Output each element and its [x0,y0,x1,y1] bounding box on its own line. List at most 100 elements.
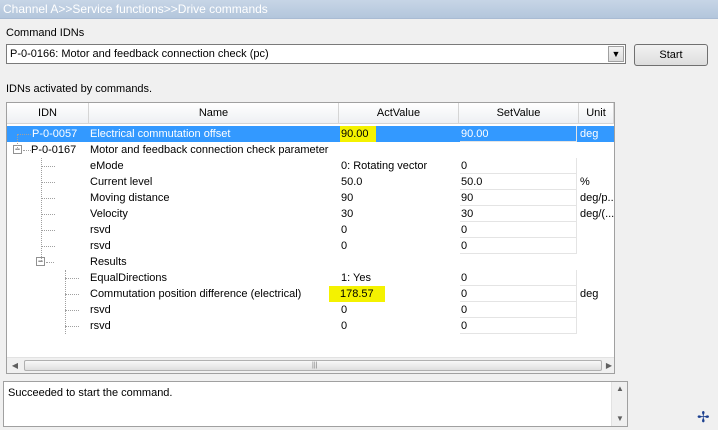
setvalue-cell: 0 [460,318,577,334]
unit-cell [580,270,614,286]
actvalue-cell: 90 [341,192,354,204]
unit-cell: deg/(... [580,208,614,220]
command-idn-value: P-0-0166: Motor and feedback connection … [10,48,269,60]
table-row[interactable]: EqualDirections 1: Yes 0 [7,270,614,286]
table-row[interactable]: P-0-0057 Electrical commutation offset 90.… [7,126,614,142]
table-row[interactable]: Current level 50.0 50.0% [7,174,614,190]
name-cell: rsvd [90,224,111,236]
name-cell: Motor and feedback connection check para… [90,144,329,156]
idn-cell: P-0-0057 [32,128,78,140]
tree-guide-line [41,182,55,183]
actvalue-cell: 0 [341,240,348,252]
command-idns-label: Command IDNs [6,27,85,39]
table-row[interactable]: Commutation position difference (electri… [7,286,614,302]
start-button[interactable]: Start [634,44,708,66]
actvalue-cell: 0 [341,304,348,316]
name-cell: eMode [90,160,124,172]
actvalue-cell: 0: Rotating vector [341,160,428,172]
setvalue-cell: 30 [460,206,577,222]
column-header-name[interactable]: Name [89,103,339,124]
tree-guide-line [41,166,55,167]
tree-guide-line [41,230,55,231]
table-row[interactable]: P-0-0167 Motor and feedback connection ch… [7,142,614,158]
name-cell: rsvd [90,240,111,252]
arrow-down-icon[interactable]: ▼ [614,413,626,425]
vertical-scrollbar[interactable]: ▲ ▼ [611,382,627,426]
actvalue-cell [340,254,458,270]
table-row[interactable]: rsvd 0 0 [7,302,614,318]
setvalue-cell: 90 [460,190,577,206]
name-cell: Commutation position difference (electri… [90,288,302,300]
name-cell: EqualDirections [90,272,168,284]
idn-cell: P-0-0167 [31,144,77,156]
actvalue-cell: 90.00 [340,126,376,142]
column-header-setvalue[interactable]: SetValue [459,103,579,124]
table-row[interactable]: rsvd 0 0 [7,318,614,334]
tree-guide-line [23,150,31,151]
actvalue-cell: 50.0 [341,176,363,188]
unit-cell [580,318,614,334]
tree-guide-line [17,134,31,135]
unit-cell: % [580,176,590,188]
actvalue-cell: 0 [341,224,348,236]
setvalue-cell: 0 [460,270,577,286]
name-cell: Current level [90,176,153,188]
tree-guide-line [41,214,55,215]
tree-guide-line [65,294,79,295]
tree-guide-line [65,270,66,334]
setvalue-cell: 0 [460,158,577,174]
horizontal-scrollbar[interactable]: ◀ ||| ▶ [7,357,614,373]
tree-guide-line [65,278,79,279]
tree-guide-line [65,326,79,327]
name-cell: rsvd [90,320,111,332]
unit-cell [580,158,614,174]
column-header-unit[interactable]: Unit [579,103,614,124]
status-message-box: Succeeded to start the command. ▲ ▼ [3,381,628,427]
tree-guide-line [17,134,18,150]
grip-icon: ||| [312,362,318,369]
arrow-right-icon[interactable]: ▶ [603,360,614,372]
actvalue-cell: 30 [341,208,354,220]
arrow-up-icon[interactable]: ▲ [614,383,626,395]
setvalue-cell: 0 [460,302,577,318]
name-cell: rsvd [90,304,111,316]
column-header-idn[interactable]: IDN [7,103,89,124]
setvalue-cell: 0 [460,238,577,254]
table-row[interactable]: eMode 0: Rotating vector 0 [7,158,614,174]
actvalue-cell: 1: Yes [341,272,371,284]
unit-cell [580,302,614,318]
name-cell: Velocity [90,208,128,220]
column-header-actvalue[interactable]: ActValue [339,103,459,124]
unit-cell [580,222,614,238]
name-cell: Electrical commutation offset [90,128,231,140]
unit-cell: deg/p... [580,192,614,204]
idn-tree-grid[interactable]: IDN Name ActValue SetValue Unit P-0-0057… [6,102,615,374]
unit-cell: deg [580,288,599,300]
table-row[interactable]: Velocity 30 30 deg/(... [7,206,614,222]
table-row[interactable]: rsvd 0 0 [7,238,614,254]
unit-cell [580,254,614,270]
setvalue-cell: 0 [460,286,577,302]
chevron-down-icon[interactable]: ▼ [608,46,624,62]
unit-cell: deg [580,128,599,140]
table-row[interactable]: Results − [7,254,614,270]
actvalue-cell: 0 [341,320,348,332]
arrow-left-icon[interactable]: ◀ [9,360,21,372]
table-row[interactable]: Moving distance 90 90 deg/p... [7,190,614,206]
tree-guide-line [65,310,79,311]
setvalue-cell: 50.0 [460,174,577,190]
table-row[interactable]: rsvd 0 0 [7,222,614,238]
tree-guide-line [41,198,55,199]
idns-list-label: IDNs activated by commands. [6,83,153,95]
setvalue-cell [460,254,577,270]
breadcrumb: Channel A>>Service functions>>Drive comm… [0,0,718,19]
scrollbar-thumb[interactable]: ||| [24,360,602,371]
setvalue-cell: 0 [460,222,577,238]
name-cell: Results [90,256,127,268]
actvalue-cell [340,142,458,158]
setvalue-cell [460,142,577,158]
tree-guide-line [41,246,55,247]
setvalue-cell: 90.00 [460,126,577,142]
command-idn-select[interactable]: P-0-0166: Motor and feedback connection … [6,44,626,64]
actvalue-cell: 178.57 [329,286,385,302]
